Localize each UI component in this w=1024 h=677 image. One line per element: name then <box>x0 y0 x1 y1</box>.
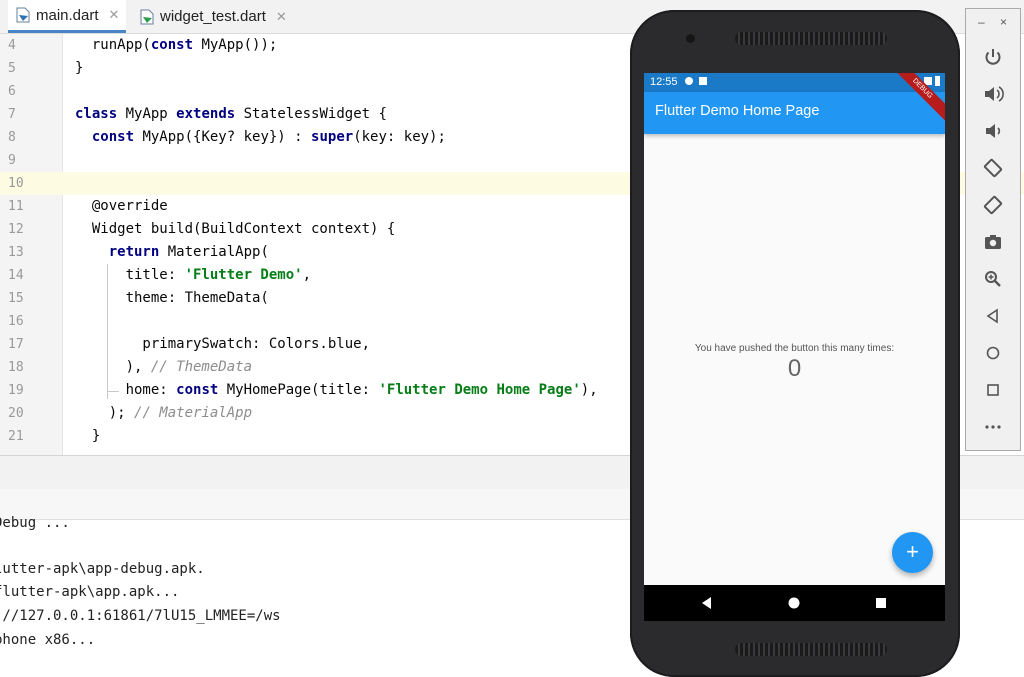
minimize-button[interactable]: – <box>978 15 985 29</box>
line-number: 20 <box>8 406 24 421</box>
line-number: 10 <box>8 176 24 191</box>
counter-value: 0 <box>787 355 802 382</box>
rotate-right-icon[interactable] <box>982 194 1004 216</box>
line-number: 19 <box>8 383 24 398</box>
camera-icon[interactable] <box>982 231 1004 253</box>
tab-label: main.dart <box>36 6 99 24</box>
console-line: phone x86... <box>0 632 96 648</box>
line-number: 14 <box>8 268 24 283</box>
line-number: 11 <box>8 199 24 214</box>
more-icon[interactable] <box>982 416 1004 438</box>
close-tab-icon[interactable]: ✕ <box>276 9 287 25</box>
dart-file-icon <box>140 9 154 25</box>
line-number: 18 <box>8 360 24 375</box>
device-screen[interactable]: 12:55 Flutter Demo Home Page DEBUG You h… <box>644 73 945 621</box>
line-number: 21 <box>8 429 24 444</box>
rotate-left-icon[interactable] <box>982 157 1004 179</box>
console-line: lutter-apk\app-debug.apk. <box>0 561 205 577</box>
earpiece-speaker <box>735 32 887 45</box>
recents-icon[interactable] <box>873 595 889 611</box>
close-button[interactable]: × <box>1000 15 1007 29</box>
overview-icon[interactable] <box>982 379 1004 401</box>
console-line: flutter-apk\app.apk... <box>0 584 180 600</box>
battery-icon <box>935 76 940 86</box>
line-number: 17 <box>8 337 24 352</box>
volume-up-icon[interactable] <box>982 83 1004 105</box>
volume-down-icon[interactable] <box>982 120 1004 142</box>
add-icon: + <box>906 539 919 564</box>
back-icon[interactable] <box>699 595 715 611</box>
tab-label: widget_test.dart <box>160 8 266 25</box>
line-number: 16 <box>8 314 24 329</box>
status-time: 12:55 <box>650 76 678 88</box>
front-camera <box>686 34 695 43</box>
indent-guide <box>107 264 108 399</box>
bottom-speaker <box>735 643 887 656</box>
power-icon[interactable] <box>982 46 1004 68</box>
dart-file-icon <box>16 7 30 23</box>
zoom-icon[interactable] <box>982 268 1004 290</box>
tab-main-dart[interactable]: main.dart ✕ <box>8 0 126 33</box>
line-number: 6 <box>8 84 16 99</box>
settings-icon <box>685 77 693 85</box>
line-number: 9 <box>8 153 16 168</box>
console-line: Debug ... <box>0 515 70 531</box>
line-number: 15 <box>8 291 24 306</box>
indent-guide <box>107 391 119 392</box>
line-number: 4 <box>8 38 16 53</box>
android-emulator-device: 12:55 Flutter Demo Home Page DEBUG You h… <box>630 10 960 677</box>
console-line: //127.0.0.1:61861/7lU15_LMMEE=/ws <box>0 608 281 624</box>
line-number: 7 <box>8 107 16 122</box>
line-number: 12 <box>8 222 24 237</box>
line-number: 13 <box>8 245 24 260</box>
line-number: 8 <box>8 130 16 145</box>
home-icon[interactable] <box>982 342 1004 364</box>
home-icon[interactable] <box>786 595 802 611</box>
system-nav-bar <box>644 585 945 621</box>
close-tab-icon[interactable]: ✕ <box>109 7 120 23</box>
back-icon[interactable] <box>982 305 1004 327</box>
emulator-toolbar: – × <box>965 8 1021 451</box>
app-bar-title: Flutter Demo Home Page <box>655 103 820 119</box>
increment-fab-button[interactable]: + <box>892 532 933 573</box>
line-number: 5 <box>8 61 16 76</box>
counter-label: You have pushed the button this many tim… <box>694 343 895 354</box>
tab-widget-test-dart[interactable]: widget_test.dart ✕ <box>132 0 292 33</box>
app-bar: Flutter Demo Home Page <box>644 92 945 134</box>
sd-card-icon <box>699 77 707 85</box>
